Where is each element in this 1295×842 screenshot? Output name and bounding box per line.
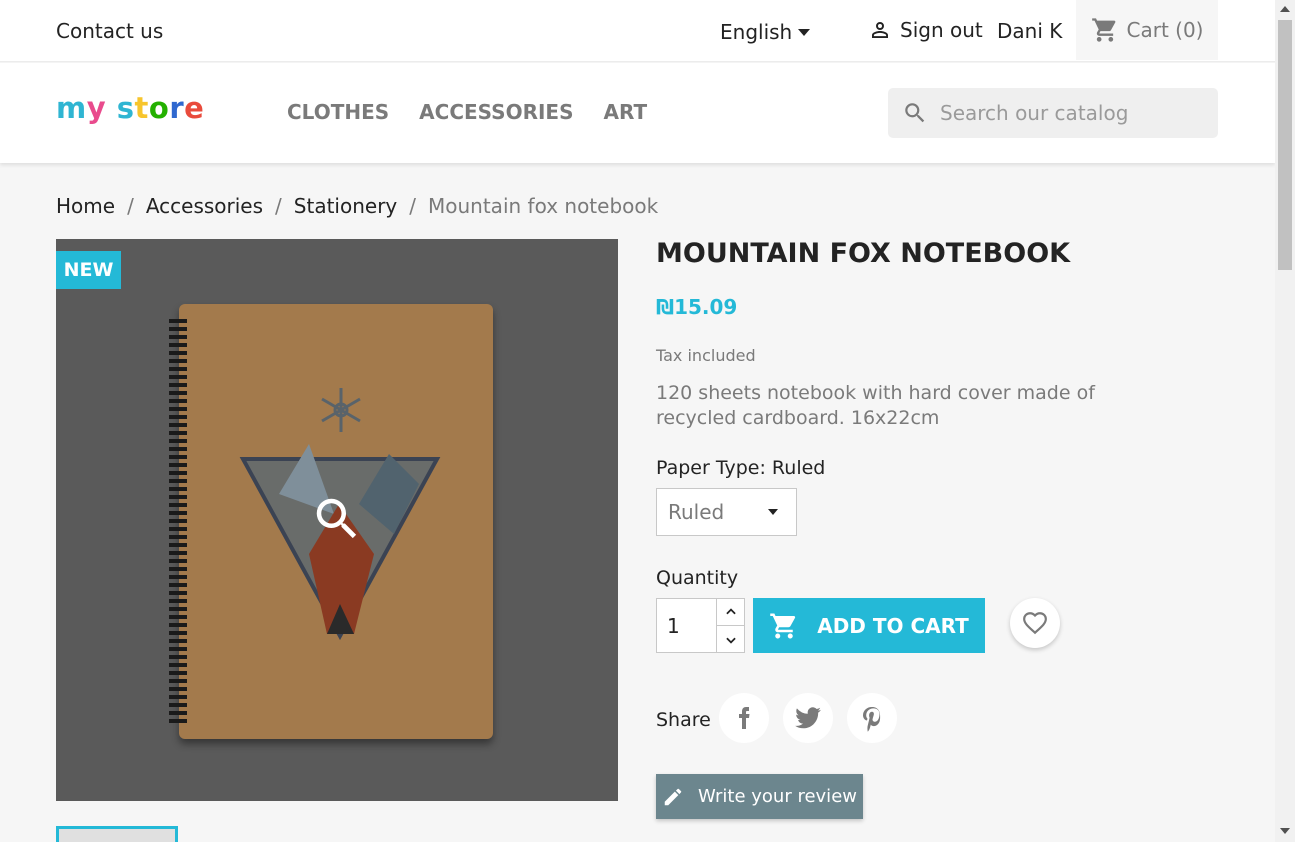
shopping-cart-icon xyxy=(1091,18,1115,42)
page-scrollbar[interactable] xyxy=(1275,0,1295,842)
caret-down-icon xyxy=(768,509,778,515)
tax-label: Tax included xyxy=(656,346,756,365)
breadcrumb-separator: / xyxy=(127,194,134,218)
logo-letter: r xyxy=(169,91,185,125)
language-label: English xyxy=(720,20,793,44)
nav-item-clothes[interactable]: CLOTHES xyxy=(287,100,389,124)
share-pinterest-button[interactable] xyxy=(847,693,897,743)
nav-item-accessories[interactable]: ACCESSORIES xyxy=(419,100,573,124)
breadcrumb-home[interactable]: Home xyxy=(56,194,115,218)
chevron-down-icon xyxy=(726,637,736,644)
logo-letter xyxy=(106,91,117,125)
user-icon xyxy=(872,22,888,38)
product-cover-image[interactable] xyxy=(56,239,618,801)
scroll-down-arrow-icon[interactable] xyxy=(1280,828,1290,834)
twitter-icon xyxy=(795,707,821,729)
logo-letter: o xyxy=(148,91,170,125)
paper-type-select[interactable]: Ruled xyxy=(656,488,797,536)
wishlist-button[interactable] xyxy=(1010,598,1060,648)
variant-label: Paper Type: Ruled xyxy=(656,457,826,479)
write-review-label: Write your review xyxy=(698,786,857,807)
product-description: 120 sheets notebook with hard cover made… xyxy=(656,382,1095,429)
quantity-increase-button[interactable] xyxy=(716,599,745,626)
search-input[interactable] xyxy=(940,101,1200,125)
write-review-button[interactable]: Write your review xyxy=(656,774,863,819)
scroll-thumb[interactable] xyxy=(1278,20,1292,270)
scroll-up-arrow-icon[interactable] xyxy=(1280,6,1290,12)
pencil-icon xyxy=(664,788,682,805)
chevron-up-icon xyxy=(726,608,736,615)
breadcrumb-separator: / xyxy=(409,194,416,218)
paper-type-value: Ruled xyxy=(668,500,725,524)
heart-icon xyxy=(1023,612,1047,635)
logo-letter: y xyxy=(86,91,107,125)
breadcrumb: Home / Accessories / Stationery / Mounta… xyxy=(56,194,658,218)
quantity-stepper[interactable]: 1 xyxy=(656,598,745,653)
product-thumbnail[interactable] xyxy=(56,826,178,842)
caret-down-icon xyxy=(798,28,811,36)
breadcrumb-accessories[interactable]: Accessories xyxy=(146,194,263,218)
facebook-icon xyxy=(739,707,750,729)
search-icon[interactable] xyxy=(902,100,928,126)
breadcrumb-current: Mountain fox notebook xyxy=(428,194,659,218)
nav-item-art[interactable]: ART xyxy=(604,100,648,124)
new-badge: NEW xyxy=(56,251,121,289)
add-to-cart-button[interactable]: ADD TO CART xyxy=(753,598,985,653)
top-bar: Contact us English Sign out Dani K Cart … xyxy=(0,0,1275,62)
quantity-decrease-button[interactable] xyxy=(716,626,745,653)
share-facebook-button[interactable] xyxy=(719,693,769,743)
breadcrumb-stationery[interactable]: Stationery xyxy=(294,194,397,218)
add-to-cart-label: ADD TO CART xyxy=(817,613,969,638)
contact-link[interactable]: Contact us xyxy=(56,19,163,43)
zoom-in-icon[interactable] xyxy=(310,492,364,546)
logo-letter: m xyxy=(56,91,87,125)
logo-letter: t xyxy=(134,91,149,125)
share-label: Share xyxy=(656,709,711,731)
product-price: ₪15.09 xyxy=(656,295,738,319)
account-name[interactable]: Dani K xyxy=(997,19,1062,43)
quantity-input[interactable]: 1 xyxy=(667,614,680,638)
quantity-label: Quantity xyxy=(656,567,739,589)
pinterest-icon xyxy=(863,707,881,732)
logo-letter: e xyxy=(184,91,205,125)
main-nav: CLOTHES ACCESSORIES ART xyxy=(287,100,647,124)
product-title: MOUNTAIN FOX NOTEBOOK xyxy=(656,238,1071,269)
cart-button[interactable]: Cart (0) xyxy=(1076,0,1218,60)
breadcrumb-separator: / xyxy=(275,194,282,218)
shopping-cart-icon xyxy=(770,613,796,638)
language-selector[interactable]: English xyxy=(720,20,811,44)
share-twitter-button[interactable] xyxy=(783,693,833,743)
sign-out-label: Sign out xyxy=(900,18,983,42)
store-logo[interactable]: my store xyxy=(56,91,204,125)
sign-out-link[interactable]: Sign out xyxy=(868,18,983,42)
main-header: my store CLOTHES ACCESSORIES ART xyxy=(0,63,1275,163)
logo-letter: s xyxy=(116,91,135,125)
search-box xyxy=(888,88,1218,138)
cart-label: Cart (0) xyxy=(1126,18,1204,42)
